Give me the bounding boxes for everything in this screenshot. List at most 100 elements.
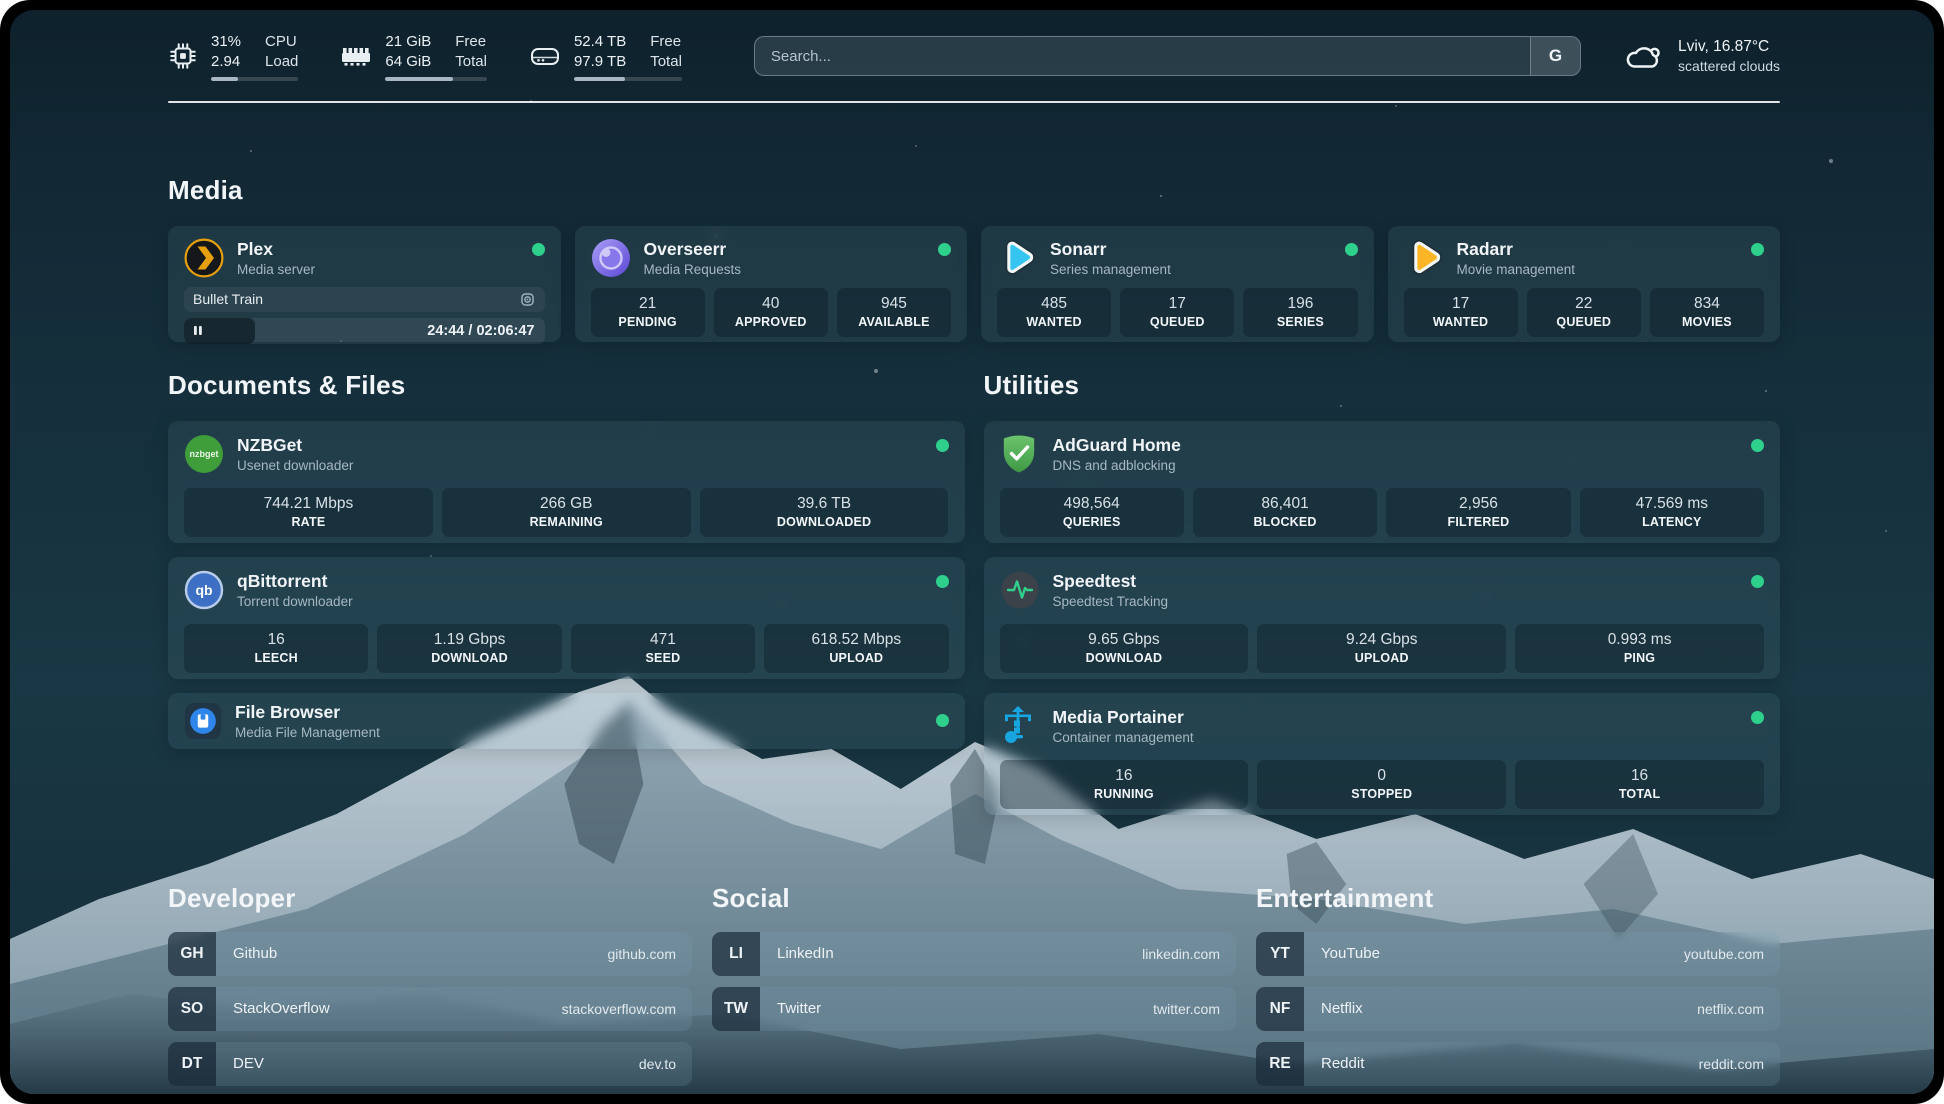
stat-tile: 498,564 QUERIES [1000, 488, 1184, 537]
memory-values: 21 GiB 64 GiB [385, 32, 431, 72]
app-card-overseerr[interactable]: Overseerr Media Requests 21 PENDING 40 A… [575, 226, 968, 342]
bookmark-twitter[interactable]: TW Twitter twitter.com [712, 987, 1236, 1031]
section-utilities: Utilities [984, 370, 1781, 829]
app-card-speedtest[interactable]: Speedtest Speedtest Tracking 9.65 Gbps D… [984, 557, 1781, 679]
app-card-adguard[interactable]: AdGuard Home DNS and adblocking 498,564 … [984, 421, 1781, 543]
stat-tile: 21 PENDING [591, 288, 705, 337]
stat-value: 0.993 ms [1519, 631, 1760, 649]
stat-label: DOWNLOADED [704, 515, 945, 529]
bookmarks-area: Developer GH Github github.com SO StackO… [168, 883, 1780, 1094]
bookmark-dev[interactable]: DT DEV dev.to [168, 1042, 692, 1086]
stat-value: 16 [1519, 767, 1760, 785]
bookmark-abbr: RE [1256, 1042, 1304, 1086]
status-online-dot [532, 243, 545, 256]
app-name: Sonarr [1050, 239, 1171, 259]
disk-labels: Free Total [650, 32, 682, 72]
disk-usage-track [574, 77, 682, 81]
stat-label: WANTED [1408, 315, 1514, 329]
bookmark-name: StackOverflow [233, 1000, 330, 1017]
bookmark-url: stackoverflow.com [562, 1001, 692, 1017]
memory-usage-bar [385, 77, 453, 81]
search-input[interactable] [755, 37, 1580, 75]
stat-value: 17 [1124, 295, 1230, 313]
stat-value: 47.569 ms [1584, 495, 1760, 513]
stat-label: STOPPED [1261, 787, 1502, 801]
plex-logo-icon [184, 238, 224, 278]
app-description: Movie management [1457, 262, 1576, 277]
app-card-plex[interactable]: Plex Media server Bullet Train [168, 226, 561, 342]
app-description: DNS and adblocking [1053, 458, 1181, 473]
app-name: Media Portainer [1053, 707, 1194, 727]
memory-labels: Free Total [455, 32, 487, 72]
app-description: Media File Management [235, 725, 380, 740]
disk-values: 52.4 TB 97.9 TB [574, 32, 626, 72]
stat-label: PING [1519, 651, 1760, 665]
app-card-qbittorrent[interactable]: qb qBittorrent Torrent downloader [168, 557, 965, 679]
now-playing-title: Bullet Train [193, 291, 263, 307]
disk-icon [529, 42, 561, 70]
bookmark-github[interactable]: GH Github github.com [168, 932, 692, 976]
svg-text:nzbget: nzbget [190, 449, 219, 459]
stat-tile: 16 TOTAL [1515, 760, 1764, 809]
bookmark-netflix[interactable]: NF Netflix netflix.com [1256, 987, 1780, 1031]
section-title-developer: Developer [168, 883, 692, 914]
stat-label: TOTAL [1519, 787, 1760, 801]
bookmark-reddit[interactable]: RE Reddit reddit.com [1256, 1042, 1780, 1086]
speedtest-logo-icon [1000, 570, 1040, 610]
stat-tile: 22 QUEUED [1527, 288, 1641, 337]
bookmark-linkedin[interactable]: LI LinkedIn linkedin.com [712, 932, 1236, 976]
cloud-icon [1623, 40, 1665, 72]
bookmark-url: youtube.com [1684, 946, 1780, 962]
stat-label: PENDING [595, 315, 701, 329]
app-name: AdGuard Home [1053, 435, 1181, 455]
window-frame: 31% 2.94 CPU Load [0, 0, 1944, 1104]
search-engine-button[interactable]: G [1530, 37, 1580, 75]
section-title-media: Media [168, 175, 1780, 206]
app-card-nzbget[interactable]: nzbget NZBGet Usenet downloader 74 [168, 421, 965, 543]
section-documents: Documents & Files nzbget NZBGet [168, 370, 965, 763]
stat-tile: 16 LEECH [184, 624, 368, 673]
stat-value: 0 [1261, 767, 1502, 785]
bookmark-name: YouTube [1321, 945, 1380, 962]
status-online-dot [936, 439, 949, 452]
app-description: Media server [237, 262, 315, 277]
stat-tile: 834 MOVIES [1650, 288, 1764, 337]
status-online-dot [936, 575, 949, 588]
stat-tile: 485 WANTED [997, 288, 1111, 337]
cpu-labels: CPU Load [265, 32, 298, 72]
bookmark-abbr: SO [168, 987, 216, 1031]
app-card-portainer[interactable]: Media Portainer Container management 16 … [984, 693, 1781, 815]
stat-label: LEECH [188, 651, 364, 665]
status-online-dot [936, 714, 949, 727]
bookmark-name: Reddit [1321, 1055, 1364, 1072]
stat-value: 618.52 Mbps [768, 631, 944, 649]
stat-label: WANTED [1001, 315, 1107, 329]
stat-tile: 196 SERIES [1243, 288, 1357, 337]
memory-stat-widget: 21 GiB 64 GiB Free Total [340, 32, 487, 81]
stat-label: DOWNLOAD [381, 651, 557, 665]
video-session-icon [519, 291, 536, 308]
bookmark-abbr: GH [168, 932, 216, 976]
stat-value: 196 [1247, 295, 1353, 313]
qbittorrent-logo-icon: qb [184, 570, 224, 610]
stat-value: 1.19 Gbps [381, 631, 557, 649]
top-bar: 31% 2.94 CPU Load [168, 10, 1780, 81]
status-online-dot [1751, 439, 1764, 452]
bookmark-youtube[interactable]: YT YouTube youtube.com [1256, 932, 1780, 976]
cpu-usage-track [211, 77, 298, 81]
weather-widget: Lviv, 16.87°C scattered clouds [1623, 38, 1780, 74]
app-card-sonarr[interactable]: Sonarr Series management 485 WANTED 17 Q… [981, 226, 1374, 342]
bookmark-url: linkedin.com [1142, 946, 1236, 962]
topbar-divider [168, 101, 1780, 103]
app-card-radarr[interactable]: Radarr Movie management 17 WANTED 22 QUE… [1388, 226, 1781, 342]
stat-label: DOWNLOAD [1004, 651, 1245, 665]
stat-tile: 618.52 Mbps UPLOAD [764, 624, 948, 673]
stat-tile: 40 APPROVED [714, 288, 828, 337]
portainer-logo-icon [1000, 706, 1040, 746]
status-online-dot [1751, 711, 1764, 724]
app-card-filebrowser[interactable]: File Browser Media File Management [168, 693, 965, 749]
stat-tile: 9.65 Gbps DOWNLOAD [1000, 624, 1249, 673]
bookmark-stackoverflow[interactable]: SO StackOverflow stackoverflow.com [168, 987, 692, 1031]
status-online-dot [1751, 243, 1764, 256]
status-online-dot [1345, 243, 1358, 256]
